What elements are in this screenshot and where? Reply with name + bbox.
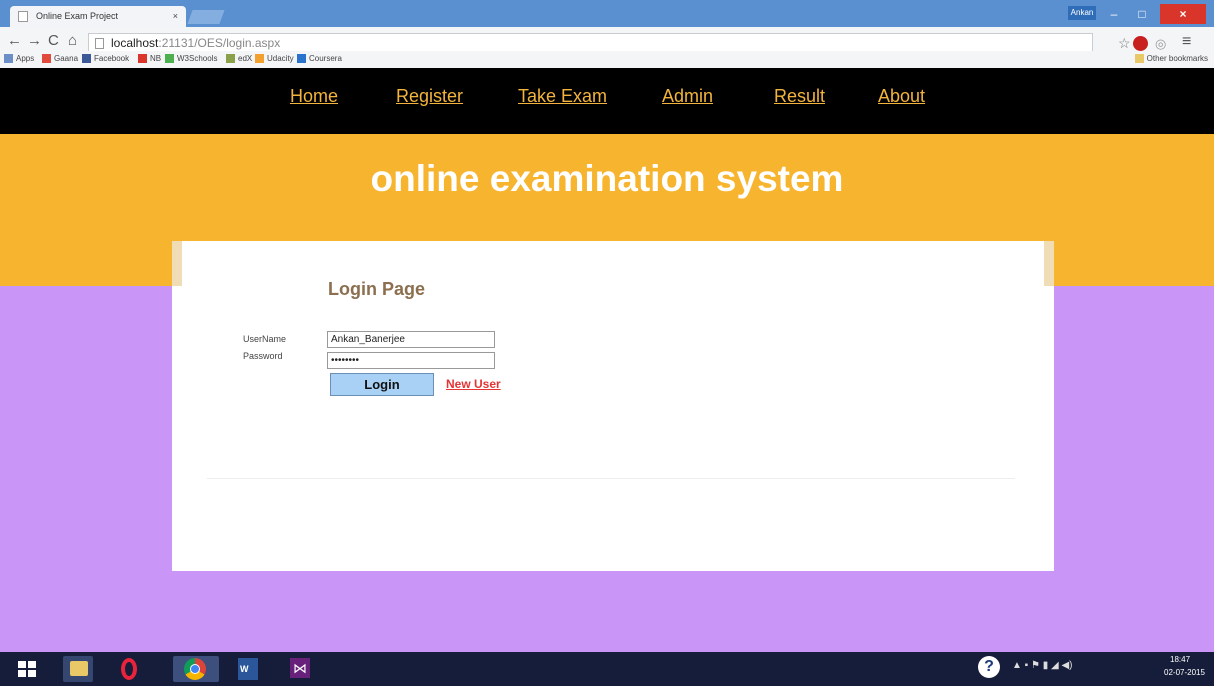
bookmark-edx[interactable]: edX xyxy=(226,54,252,63)
username-label: UserName xyxy=(243,334,287,344)
close-tab-icon[interactable]: × xyxy=(173,6,178,27)
clock-time[interactable]: 18:47 xyxy=(1170,655,1190,664)
reload-icon[interactable]: C xyxy=(48,32,59,49)
new-tab-button[interactable] xyxy=(187,10,225,24)
site-title: online examination system xyxy=(370,158,844,199)
bookmark-coursera[interactable]: Coursera xyxy=(297,54,342,63)
extension-icon[interactable]: ◎ xyxy=(1155,36,1166,52)
coursera-icon xyxy=(297,54,306,63)
gaana-icon xyxy=(42,54,51,63)
browser-tab[interactable]: Online Exam Project × xyxy=(10,6,186,27)
divider xyxy=(207,478,1015,479)
url-host: localhost xyxy=(111,36,159,50)
address-bar[interactable]: localhost:21131/OES/login.aspx xyxy=(88,33,1093,53)
minimize-button[interactable]: – xyxy=(1100,4,1128,24)
password-field[interactable] xyxy=(327,352,495,369)
tab-title: Online Exam Project xyxy=(36,11,119,21)
udacity-icon xyxy=(255,54,264,63)
other-bookmarks[interactable]: Other bookmarks xyxy=(1134,54,1208,63)
panel-edge-left xyxy=(172,241,182,286)
system-tray-icons[interactable]: ▲ ▪ ⚑ ▮ ◢ ◀) xyxy=(1012,660,1073,671)
menu-icon[interactable]: ≡ xyxy=(1182,33,1191,51)
forward-arrow-icon[interactable]: → xyxy=(27,32,42,49)
bookmark-facebook[interactable]: Facebook xyxy=(82,54,129,63)
nav-take-exam-link[interactable]: Take Exam xyxy=(518,86,607,107)
password-label: Password xyxy=(243,351,283,361)
windows-logo-icon xyxy=(18,661,36,677)
page-icon xyxy=(95,38,104,49)
bookmark-gaana[interactable]: Gaana xyxy=(42,54,78,63)
chrome-icon xyxy=(184,658,206,680)
word-icon: W xyxy=(238,658,258,680)
page-icon xyxy=(18,11,28,22)
nav-register-link[interactable]: Register xyxy=(396,86,463,107)
bookmarks-bar: Apps Gaana Facebook NB W3Schools edX Uda… xyxy=(0,51,1214,68)
nav-about-link[interactable]: About xyxy=(878,86,925,107)
profile-badge[interactable]: Ankan xyxy=(1068,6,1096,20)
new-user-link[interactable]: New User xyxy=(446,377,501,391)
back-arrow-icon[interactable]: ← xyxy=(7,32,22,49)
clock-date[interactable]: 02-07-2015 xyxy=(1164,668,1205,677)
opera-icon xyxy=(121,658,137,680)
maximize-button[interactable]: □ xyxy=(1128,4,1156,24)
login-button[interactable]: Login xyxy=(330,373,434,396)
edx-icon xyxy=(226,54,235,63)
content-panel xyxy=(172,241,1054,571)
w3schools-icon xyxy=(165,54,174,63)
username-field[interactable] xyxy=(327,331,495,348)
url-path: :21131/OES/login.aspx xyxy=(158,36,281,50)
panel-edge-right xyxy=(1044,241,1054,286)
facebook-icon xyxy=(82,54,91,63)
folder-icon xyxy=(70,661,88,676)
adblock-icon[interactable] xyxy=(1133,36,1148,51)
bookmark-udacity[interactable]: Udacity xyxy=(255,54,294,63)
bookmark-nb[interactable]: NB xyxy=(138,54,161,63)
folder-icon xyxy=(1134,54,1144,63)
login-heading: Login Page xyxy=(328,279,426,299)
nav-result-link[interactable]: Result xyxy=(774,86,825,107)
bookmark-star-icon[interactable]: ☆ xyxy=(1118,35,1131,52)
nav-admin-link[interactable]: Admin xyxy=(662,86,713,107)
nav-home-link[interactable]: Home xyxy=(290,86,338,107)
apps-icon xyxy=(4,54,13,63)
bookmark-w3schools[interactable]: W3Schools xyxy=(165,54,217,63)
help-icon[interactable]: ? xyxy=(978,656,1000,678)
bookmark-apps[interactable]: Apps xyxy=(4,54,34,63)
close-window-button[interactable]: × xyxy=(1160,4,1206,24)
visual-studio-icon: ⋈ xyxy=(290,658,310,678)
home-icon[interactable]: ⌂ xyxy=(68,32,77,49)
nb-icon xyxy=(138,54,147,63)
